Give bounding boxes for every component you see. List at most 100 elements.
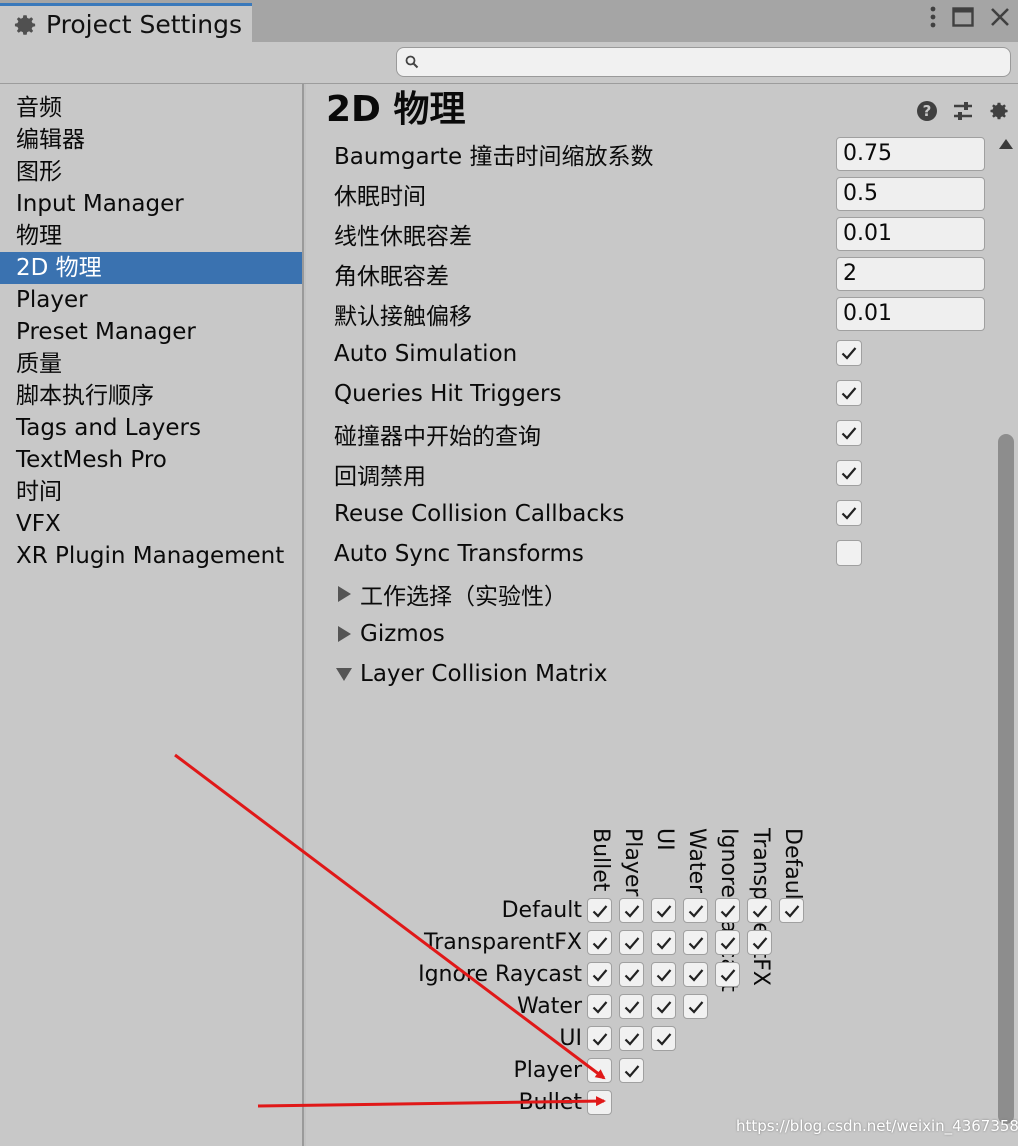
matrix-checkbox[interactable] [683, 962, 708, 987]
matrix-row-label: TransparentFX [424, 930, 582, 955]
page-title: 2D 物理 [326, 89, 466, 130]
matrix-checkbox[interactable] [587, 930, 612, 955]
matrix-checkbox[interactable] [587, 1090, 612, 1115]
toggle-checkbox[interactable] [836, 420, 862, 446]
sidebar-item[interactable]: 脚本执行顺序 [0, 380, 302, 412]
project-settings-tab[interactable]: Project Settings [0, 3, 252, 43]
matrix-checkbox[interactable] [779, 898, 804, 923]
matrix-checkbox[interactable] [715, 962, 740, 987]
sidebar-item[interactable]: Tags and Layers [0, 412, 302, 444]
checkmark-icon [592, 1001, 608, 1014]
matrix-checkbox[interactable] [683, 930, 708, 955]
sidebar-list: 音频 编辑器 图形 Input Manager 物理 2D 物理 Player Preset … [0, 84, 302, 572]
foldout-header[interactable]: 工作选择（实验性） [334, 574, 994, 614]
matrix-checkbox[interactable] [651, 994, 676, 1019]
checkmark-icon [656, 937, 672, 950]
checkmark-icon [592, 969, 608, 982]
search-box[interactable] [396, 47, 1011, 77]
sidebar-item[interactable]: 2D 物理 [0, 252, 302, 284]
matrix-checkbox[interactable] [619, 1058, 644, 1083]
matrix-checkbox[interactable] [619, 1026, 644, 1051]
search-toolbar [0, 42, 1018, 84]
matrix-checkbox[interactable] [587, 1058, 612, 1083]
matrix-checkbox[interactable] [651, 930, 676, 955]
checkmark-icon [720, 905, 736, 918]
search-input[interactable] [427, 50, 997, 74]
toggle-checkbox[interactable] [836, 380, 862, 406]
sidebar-item[interactable]: 音频 [0, 92, 302, 124]
field-label: 默认接触偏移 [334, 304, 472, 330]
sidebar-item[interactable]: 质量 [0, 348, 302, 380]
matrix-checkbox[interactable] [715, 930, 740, 955]
matrix-column-label: UI [652, 828, 677, 851]
toggle-row: 碰撞器中开始的查询 [334, 414, 994, 454]
checkmark-icon [841, 427, 857, 440]
checkmark-icon [592, 905, 608, 918]
matrix-checkbox[interactable] [587, 898, 612, 923]
matrix-checkbox[interactable] [747, 930, 772, 955]
float-input-field[interactable]: 0.5 [836, 177, 985, 211]
matrix-checkbox[interactable] [619, 898, 644, 923]
toggle-label: 回调禁用 [334, 464, 426, 490]
matrix-checkbox[interactable] [651, 962, 676, 987]
toggle-checkbox[interactable] [836, 340, 862, 366]
toggle-checkbox[interactable] [836, 460, 862, 486]
sidebar-item[interactable]: 物理 [0, 220, 302, 252]
sidebar-item[interactable]: Input Manager [0, 188, 302, 220]
float-input-field[interactable]: 0.01 [836, 297, 985, 331]
checkmark-icon [688, 905, 704, 918]
float-input-field[interactable]: 0.75 [836, 137, 985, 171]
sidebar-item[interactable]: Preset Manager [0, 316, 302, 348]
sidebar-item[interactable]: XR Plugin Management [0, 540, 302, 572]
matrix-checkbox[interactable] [587, 1026, 612, 1051]
scrollbar-thumb[interactable] [998, 434, 1014, 1124]
checkmark-icon [624, 969, 640, 982]
matrix-checkbox[interactable] [619, 962, 644, 987]
toggle-label: Reuse Collision Callbacks [334, 501, 625, 527]
checkmark-icon [624, 937, 640, 950]
float-input-field[interactable]: 0.01 [836, 217, 985, 251]
sidebar-item[interactable]: 编辑器 [0, 124, 302, 156]
matrix-checkbox[interactable] [683, 898, 708, 923]
window-controls [930, 6, 1010, 28]
float-input-field[interactable]: 2 [836, 257, 985, 291]
preset-sliders-icon[interactable] [952, 100, 974, 122]
foldout-header[interactable]: Layer Collision Matrix [334, 654, 994, 694]
matrix-checkbox[interactable] [651, 898, 676, 923]
foldout-expanded-arrow-icon [336, 668, 352, 681]
checkmark-icon [688, 969, 704, 982]
toggle-label: Queries Hit Triggers [334, 381, 562, 407]
sidebar-item[interactable]: VFX [0, 508, 302, 540]
scroll-up-arrow-icon[interactable] [998, 138, 1014, 150]
matrix-checkbox[interactable] [587, 962, 612, 987]
maximize-icon[interactable] [952, 7, 974, 27]
foldout-collapsed-arrow-icon [338, 626, 351, 642]
help-icon[interactable]: ? [916, 100, 938, 122]
float-field-row: Baumgarte 撞击时间缩放系数 0.75 [334, 134, 994, 174]
toggle-checkbox[interactable] [836, 540, 862, 566]
checkmark-icon [592, 937, 608, 950]
foldout-header[interactable]: Gizmos [334, 614, 994, 654]
more-options-icon[interactable] [930, 6, 936, 28]
sidebar-item[interactable]: 图形 [0, 156, 302, 188]
toggle-row: Auto Sync Transforms [334, 534, 994, 574]
matrix-checkbox[interactable] [683, 994, 708, 1019]
checkmark-icon [624, 1065, 640, 1078]
sidebar-item[interactable]: 时间 [0, 476, 302, 508]
matrix-checkbox[interactable] [619, 994, 644, 1019]
sidebar-item[interactable]: TextMesh Pro [0, 444, 302, 476]
settings-menu-gear-icon[interactable] [988, 100, 1010, 122]
matrix-checkbox[interactable] [587, 994, 612, 1019]
matrix-checkbox[interactable] [619, 930, 644, 955]
matrix-checkbox[interactable] [651, 1026, 676, 1051]
matrix-row-label: Ignore Raycast [418, 962, 582, 987]
matrix-checkbox[interactable] [747, 898, 772, 923]
settings-rows: Baumgarte 撞击时间缩放系数 0.75 休眠时间 0.5 线性休眠容差 0.01 角… [334, 134, 994, 694]
vertical-scrollbar[interactable] [996, 138, 1016, 1138]
close-icon[interactable] [990, 7, 1010, 27]
checkmark-icon [841, 387, 857, 400]
sidebar-item[interactable]: Player [0, 284, 302, 316]
toggle-checkbox[interactable] [836, 500, 862, 526]
matrix-checkbox[interactable] [715, 898, 740, 923]
float-field-row: 默认接触偏移 0.01 [334, 294, 994, 334]
